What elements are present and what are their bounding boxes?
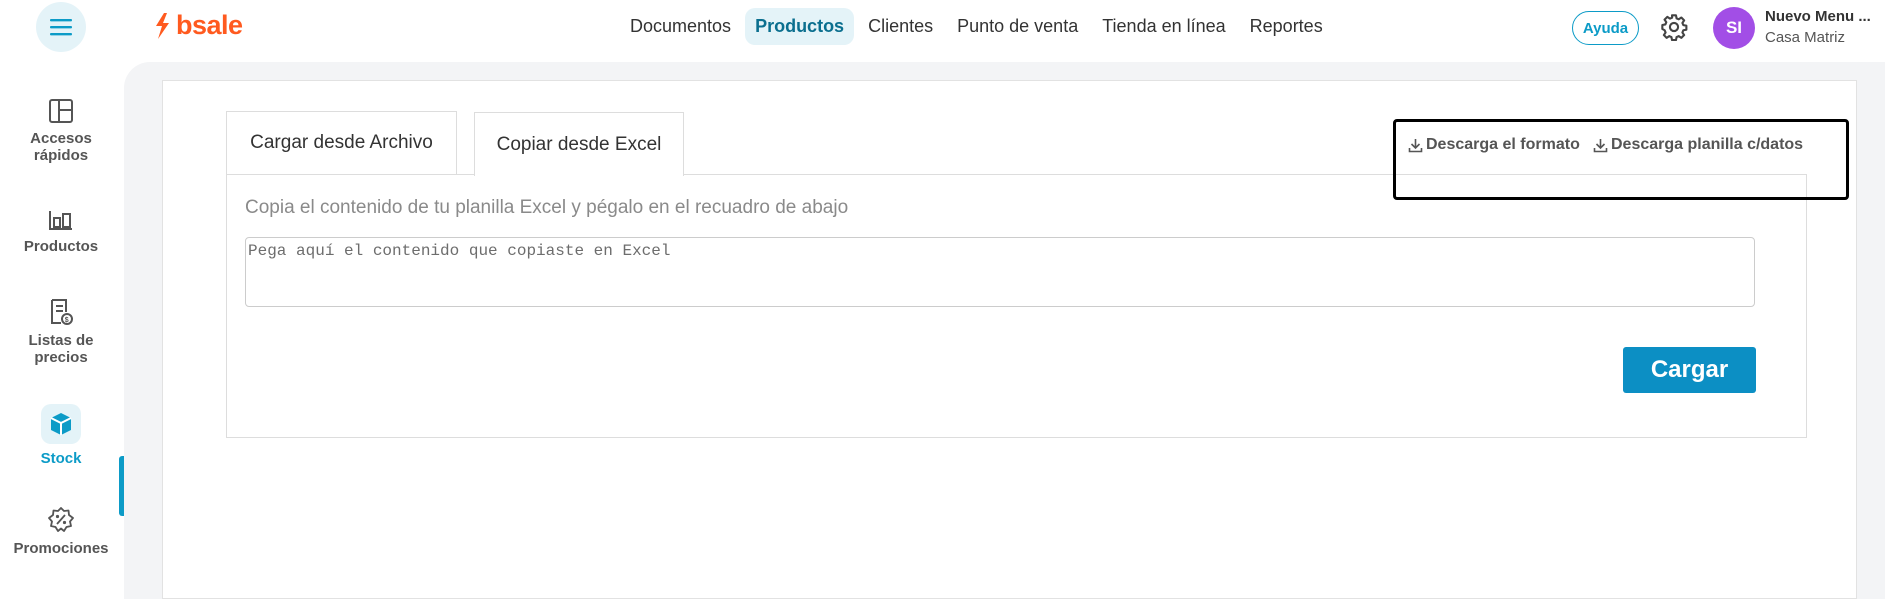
load-button[interactable]: Cargar	[1623, 347, 1756, 393]
nav-documentos[interactable]: Documentos	[620, 8, 741, 45]
logo-text: bsale	[176, 10, 243, 40]
hamburger-menu-button[interactable]	[36, 2, 86, 52]
download-icon	[1408, 138, 1423, 152]
download-icon	[1593, 138, 1608, 152]
layout-icon	[49, 99, 73, 123]
nav-productos[interactable]: Productos	[745, 8, 855, 45]
paste-textarea[interactable]	[245, 237, 1755, 307]
sidebar-item-promociones[interactable]: Promociones	[0, 506, 122, 557]
nav-punto-de-venta[interactable]: Punto de venta	[947, 8, 1088, 45]
tab-copiar-desde-excel[interactable]: Copiar desde Excel	[474, 112, 684, 176]
download-links-highlight	[1393, 119, 1849, 200]
instruction-text: Copia el contenido de tu planilla Excel …	[245, 197, 849, 218]
nav-tienda-en-linea[interactable]: Tienda en línea	[1092, 8, 1235, 45]
price-list-icon: $	[51, 299, 73, 325]
sidebar-item-label: Promociones	[13, 540, 109, 557]
bsale-logo[interactable]: bsale	[152, 10, 243, 41]
sidebar-item-listas-de-precios[interactable]: $ Listas de precios	[0, 298, 122, 366]
gear-icon[interactable]	[1660, 13, 1688, 41]
sidebar: Accesos rápidos Productos $ Listas de pr…	[0, 54, 124, 599]
active-item-highlight	[41, 404, 81, 444]
help-button[interactable]: Ayuda	[1572, 11, 1639, 45]
top-bar: bsale Documentos Productos Clientes Punt…	[0, 0, 1885, 54]
sidebar-item-label: Productos	[23, 238, 99, 255]
promo-icon	[48, 507, 74, 532]
box-icon	[50, 413, 72, 435]
svg-text:$: $	[65, 317, 69, 324]
sidebar-item-stock[interactable]: Stock	[0, 404, 122, 467]
sidebar-item-label: Listas de precios	[28, 332, 94, 366]
nav-clientes[interactable]: Clientes	[858, 8, 943, 45]
nav-reportes[interactable]: Reportes	[1240, 8, 1333, 45]
sidebar-item-accesos-rapidos[interactable]: Accesos rápidos	[0, 98, 122, 164]
download-with-data-label: Descarga planilla c/datos	[1611, 136, 1804, 153]
hamburger-icon	[50, 19, 72, 36]
bolt-logo-icon	[156, 12, 169, 39]
sidebar-item-label: Stock	[40, 450, 82, 467]
download-with-data-link[interactable]: Descarga planilla c/datos	[1593, 136, 1803, 154]
user-name[interactable]: Nuevo Menu ...	[1765, 8, 1871, 25]
sidebar-item-productos[interactable]: Productos	[0, 208, 122, 255]
tab-cargar-desde-archivo[interactable]: Cargar desde Archivo	[226, 111, 457, 174]
sidebar-item-label: Accesos rápidos	[30, 130, 92, 164]
products-icon	[49, 211, 72, 230]
avatar[interactable]: SI	[1713, 7, 1755, 49]
download-format-label: Descarga el formato	[1426, 136, 1580, 153]
user-branch: Casa Matriz	[1765, 29, 1846, 46]
main-nav: Documentos Productos Clientes Punto de v…	[620, 8, 1333, 45]
download-format-link[interactable]: Descarga el formato	[1408, 136, 1580, 154]
